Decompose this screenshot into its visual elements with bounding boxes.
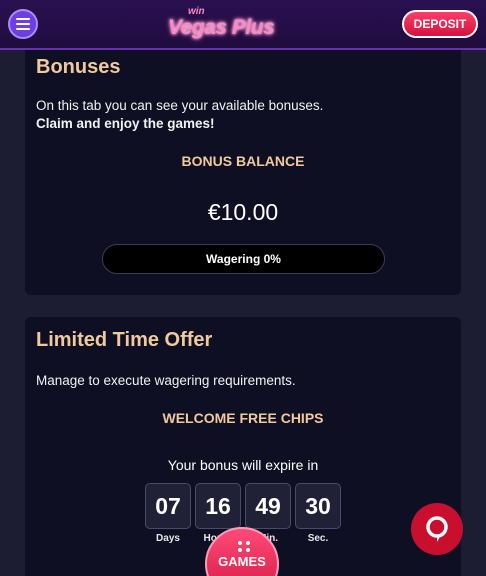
chat-button[interactable] bbox=[411, 503, 463, 555]
bonuses-title: Bonuses bbox=[36, 56, 121, 78]
menu-button[interactable] bbox=[8, 9, 38, 39]
timer-seconds-label: Sec. bbox=[307, 533, 329, 544]
offer-subhead: WELCOME FREE CHIPS bbox=[162, 410, 324, 426]
games-label: GAMES bbox=[218, 554, 266, 569]
chat-bubble-icon bbox=[426, 516, 448, 542]
top-bar: win Vegas Plus DEPOSIT bbox=[0, 0, 486, 50]
deposit-button[interactable]: DEPOSIT bbox=[402, 10, 478, 38]
dots-icon bbox=[234, 541, 254, 553]
offer-title: Limited Time Offer bbox=[36, 329, 213, 351]
wagering-label: Wagering 0% bbox=[206, 252, 281, 266]
timer-days-label: Days bbox=[156, 533, 180, 544]
wagering-progress-bar: Wagering 0% bbox=[102, 244, 385, 274]
expire-text: Your bonus will expire in bbox=[167, 457, 319, 473]
timer-minutes: 49 bbox=[245, 483, 291, 529]
bonuses-card: Bonuses On this tab you can see your ava… bbox=[25, 44, 461, 295]
timer-days: 07 bbox=[145, 483, 191, 529]
offer-description: Manage to execute wagering requirements. bbox=[36, 373, 296, 388]
hamburger-icon bbox=[16, 18, 30, 20]
bonus-balance-label: BONUS BALANCE bbox=[181, 153, 305, 169]
bonuses-description: On this tab you can see your available b… bbox=[36, 98, 324, 113]
logo-main-text: Vegas Plus bbox=[168, 16, 275, 39]
bonuses-description-bold: Claim and enjoy the games! bbox=[36, 116, 215, 131]
brand-logo[interactable]: win Vegas Plus bbox=[166, 4, 276, 44]
timer-seconds: 30 bbox=[295, 483, 341, 529]
bonus-balance-value: €10.00 bbox=[207, 199, 279, 225]
timer-hours: 16 bbox=[195, 483, 241, 529]
